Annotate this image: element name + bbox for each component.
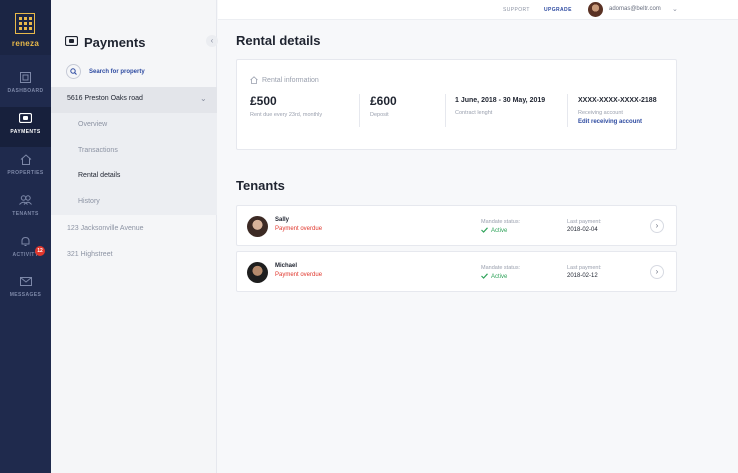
check-icon [481, 273, 488, 281]
check-icon [481, 227, 488, 235]
tenant-row[interactable]: Sally Payment overdue Mandate status: Ac… [236, 205, 677, 246]
payments-icon [64, 33, 79, 51]
avatar [247, 262, 268, 283]
property-name: 321 Highstreet [67, 251, 113, 258]
dashboard-icon [19, 71, 32, 83]
rent-caption: Rent due every 23rd, monthly [250, 112, 323, 118]
nav-item-properties[interactable]: PROPERTIES [0, 148, 51, 188]
nav-item-messages[interactable]: MESSAGES [0, 270, 51, 310]
logo[interactable]: reneza [0, 0, 51, 55]
tenant-name: Michael [275, 263, 298, 269]
card-title: Rental information [262, 76, 319, 84]
deposit-caption: Deposit [370, 112, 389, 118]
page-title: Rental details [236, 33, 321, 48]
payments-sidebar: Payments ‹ Search for property 5616 Pres… [51, 0, 218, 473]
last-payment-date: 2018-02-12 [567, 273, 598, 279]
account-value: XXXX-XXXX-XXXX-2188 [578, 97, 657, 104]
rent-value: £500 [250, 94, 277, 108]
tenant-row[interactable]: Michael Payment overdue Mandate status: … [236, 251, 677, 292]
property-item[interactable]: 123 Jacksonville Avenue [51, 217, 217, 243]
sidebar-title: Payments [84, 34, 146, 50]
collapse-sidebar-button[interactable]: ‹ [206, 35, 218, 47]
users-icon [19, 194, 32, 206]
nav-label: PROPERTIES [7, 170, 44, 176]
last-payment-label: Last payment: [567, 219, 602, 225]
sidebar-header: Payments [64, 33, 146, 51]
home-icon [19, 153, 32, 165]
tenant-name: Sally [275, 217, 290, 223]
avatar[interactable] [588, 2, 603, 17]
deposit-stat: £600 Deposit [370, 94, 397, 118]
rental-info-card: Rental information £500 Rent due every 2… [236, 59, 677, 150]
rent-stat: £500 Rent due every 23rd, monthly [250, 94, 322, 118]
logo-text: reneza [11, 39, 40, 48]
search-icon [66, 64, 81, 79]
subnav-rental-details[interactable]: Rental details [78, 172, 120, 179]
tenants-heading: Tenants [236, 178, 285, 193]
contract-stat: 1 June, 2018 - 30 May, 2019 Contract len… [455, 94, 545, 116]
last-payment-label: Last payment: [567, 265, 602, 271]
top-bar: SUPPORT UPGRADE adomas@beltr.com ⌄ [218, 0, 738, 20]
mandate-value: Active [491, 274, 508, 280]
mail-icon [19, 275, 32, 287]
property-name: 123 Jacksonville Avenue [67, 225, 144, 232]
chevron-down-icon: ⌄ [200, 94, 207, 103]
contract-caption: Contract lenght [455, 110, 493, 116]
property-item-active[interactable]: 5616 Preston Oaks road ⌄ [51, 87, 217, 113]
nav-label: MESSAGES [9, 292, 42, 298]
payment-status: Payment overdue [275, 226, 323, 232]
nav-label: TENANTS [12, 211, 39, 217]
upgrade-link[interactable]: UPGRADE [544, 7, 572, 13]
nav-item-payments[interactable]: PAYMENTS [0, 107, 51, 147]
payments-icon [19, 112, 32, 124]
activity-count-badge: 12 [35, 246, 45, 256]
nav-item-dashboard[interactable]: DASHBOARD [0, 66, 51, 106]
main-nav: reneza DASHBOARD PAYMENTS PROPERTIES TEN… [0, 0, 51, 473]
subnav-transactions[interactable]: Transactions [78, 147, 118, 154]
divider [359, 94, 360, 127]
chevron-down-icon[interactable]: ⌄ [672, 5, 678, 13]
chevron-left-icon: ‹ [210, 36, 214, 45]
property-item[interactable]: 321 Highstreet [51, 243, 217, 269]
mandate-label: Mandate status: [481, 219, 521, 225]
bell-icon [19, 235, 32, 247]
home-icon [250, 71, 258, 89]
open-tenant-button[interactable]: › [650, 219, 664, 233]
deposit-value: £600 [370, 94, 397, 108]
account-caption: Receiving account [578, 110, 623, 116]
nav-item-tenants[interactable]: TENANTS [0, 189, 51, 229]
divider [567, 94, 568, 127]
search-property[interactable]: Search for property [66, 64, 145, 79]
support-link[interactable]: SUPPORT [503, 7, 530, 13]
logo-mark [15, 13, 35, 34]
mandate-status: Active [481, 273, 507, 281]
payment-status: Payment overdue [275, 272, 323, 278]
property-name: 5616 Preston Oaks road [67, 95, 143, 102]
mandate-value: Active [491, 228, 508, 234]
contract-value: 1 June, 2018 - 30 May, 2019 [455, 97, 546, 104]
nav-label: DASHBOARD [7, 88, 44, 94]
avatar [247, 216, 268, 237]
edit-account-link[interactable]: Edit receiving account [578, 119, 657, 125]
nav-label: PAYMENTS [10, 129, 41, 135]
mandate-label: Mandate status: [481, 265, 521, 271]
subnav-overview[interactable]: Overview [78, 121, 107, 128]
divider [445, 94, 446, 127]
last-payment-date: 2018-02-04 [567, 227, 598, 233]
mandate-status: Active [481, 227, 507, 235]
open-tenant-button[interactable]: › [650, 265, 664, 279]
account-email[interactable]: adomas@beltr.com [609, 6, 661, 12]
rental-info-header: Rental information [250, 71, 319, 89]
account-stat: XXXX-XXXX-XXXX-2188 Receiving account Ed… [578, 94, 657, 125]
search-label: Search for property [89, 68, 145, 75]
subnav-history[interactable]: History [78, 198, 100, 205]
